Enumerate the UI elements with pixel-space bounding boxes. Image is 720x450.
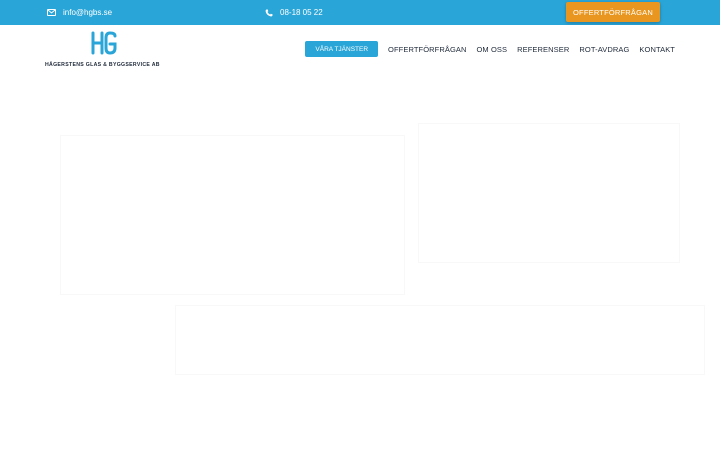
email-link[interactable]: info@hgbs.se — [47, 0, 112, 25]
nav-item-rot[interactable]: ROT-AVDRAG — [579, 45, 629, 54]
hero-image-bottom — [175, 305, 705, 375]
nav-item-quote[interactable]: OFFERTFÖRFRÅGAN — [388, 45, 466, 54]
phone-icon — [265, 8, 273, 17]
nav-item-contact[interactable]: KONTAKT — [639, 45, 675, 54]
email-text: info@hgbs.se — [63, 8, 113, 17]
hero-image-left — [60, 135, 405, 295]
nav-services-button[interactable]: VÅRA TJÄNSTER — [305, 41, 379, 57]
quote-request-button[interactable]: OFFERTFÖRFRÅGAN — [566, 2, 660, 22]
nav-item-references[interactable]: REFERENSER — [517, 45, 569, 54]
hero-section — [0, 75, 720, 450]
phone-text: 08-18 05 22 — [280, 8, 323, 17]
phone-link[interactable]: 08-18 05 22 — [265, 0, 323, 25]
site-header: HÄGERSTENS GLAS & BYGGSERVICE AB VÅRA TJ… — [0, 25, 720, 75]
nav-item-about[interactable]: OM OSS — [477, 45, 508, 54]
envelope-icon — [47, 9, 56, 16]
hgbs-logo-icon — [90, 29, 118, 57]
hero-image-right — [418, 123, 680, 263]
top-bar: info@hgbs.se 08-18 05 22 OFFERTFÖRFRÅGAN — [0, 0, 720, 25]
logo-text: HÄGERSTENS GLAS & BYGGSERVICE AB — [45, 62, 160, 68]
main-nav: VÅRA TJÄNSTER OFFERTFÖRFRÅGAN OM OSS REF… — [305, 41, 675, 57]
